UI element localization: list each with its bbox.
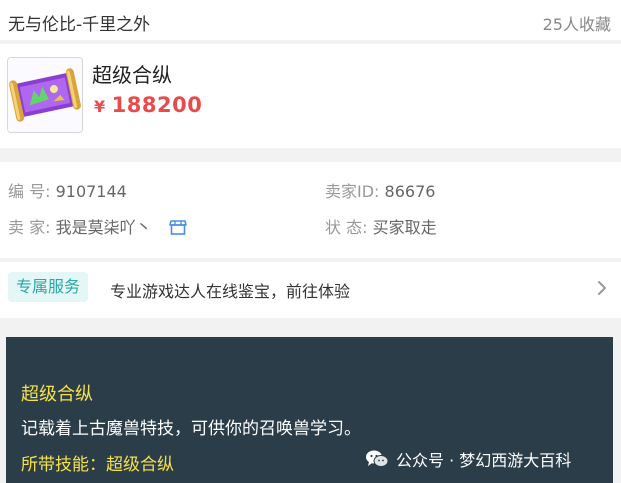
wechat-icon — [366, 450, 389, 467]
seller-value[interactable]: 我是莫柒吖丶 — [56, 218, 152, 237]
status-row: 状 态: 买家取走 — [325, 214, 437, 238]
shop-icon[interactable] — [168, 218, 187, 240]
item-info: 编 号: 9107144 卖家ID: 86676 卖 家: 我是莫柒吖丶 状 态… — [0, 162, 621, 258]
serial-row: 编 号: 9107144 — [8, 178, 127, 202]
tooltip-title: 超级合纵 — [21, 384, 93, 405]
price-value: 188200 — [111, 93, 203, 117]
service-banner[interactable]: 专属服务 专业游戏达人在线鉴宝，前往体验 — [0, 262, 621, 318]
watermark-text: 公众号 · 梦幻西游大百科 — [396, 451, 572, 470]
seller-row: 卖 家: 我是莫柒吖丶 — [8, 214, 187, 240]
item-summary: 超级合纵 ¥188200 — [0, 44, 621, 148]
currency-symbol: ¥ — [94, 97, 106, 116]
item-name: 超级合纵 — [92, 63, 172, 87]
watermark: 公众号 · 梦幻西游大百科 — [365, 445, 571, 473]
chevron-right-icon[interactable] — [597, 280, 607, 300]
serial-value: 9107144 — [55, 182, 127, 201]
serial-label: 编 号: — [8, 182, 51, 201]
skill-book-thumbnail[interactable] — [7, 57, 83, 133]
seller-id-row: 卖家ID: 86676 — [325, 178, 435, 202]
scroll-icon — [8, 58, 82, 132]
favorites-count[interactable]: 25人收藏 — [543, 11, 611, 35]
service-text[interactable]: 专业游戏达人在线鉴宝，前往体验 — [110, 278, 350, 302]
tooltip-description: 记载着上古魔兽特技，可供你的召唤兽学习。 — [21, 419, 361, 439]
tooltip-skill: 所带技能：超级合纵 — [21, 455, 174, 475]
item-price: ¥188200 — [94, 93, 202, 117]
seller-id-value: 86676 — [384, 182, 436, 201]
header-bar: 无与伦比-千里之外 25人收藏 — [0, 0, 621, 40]
seller-label: 卖 家: — [8, 218, 51, 237]
status-value: 买家取走 — [372, 218, 437, 237]
status-label: 状 态: — [325, 218, 368, 237]
seller-id-label: 卖家ID: — [325, 182, 380, 201]
store-title: 无与伦比-千里之外 — [8, 15, 151, 35]
service-tag: 专属服务 — [8, 272, 89, 302]
